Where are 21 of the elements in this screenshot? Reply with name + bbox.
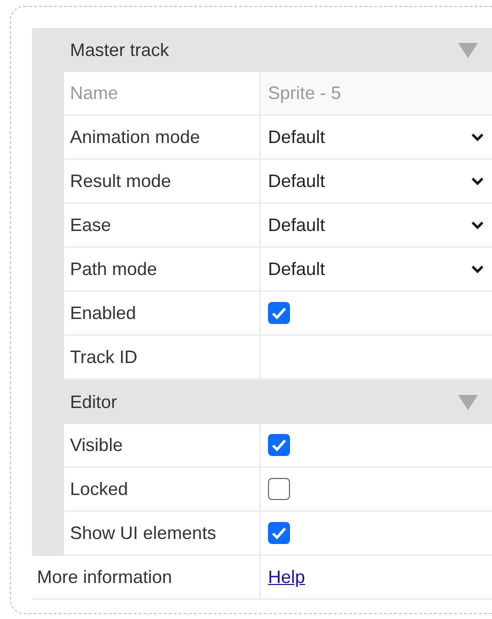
section-header[interactable]: Editor: [32, 380, 492, 424]
checkbox[interactable]: [268, 434, 290, 456]
checkbox[interactable]: [268, 478, 290, 500]
section-title: Editor: [70, 392, 118, 412]
property-label: Visible: [64, 424, 261, 468]
help-link[interactable]: Help: [268, 566, 306, 588]
property-label: Enabled: [64, 292, 261, 336]
property-label: Show UI elements: [64, 512, 261, 556]
checkbox[interactable]: [268, 522, 290, 544]
checkmark-icon: [271, 526, 287, 540]
section-header[interactable]: Master track: [32, 28, 492, 72]
chevron-down-icon: [471, 220, 484, 230]
property-label: More information: [32, 556, 261, 600]
chevron-down-icon: [471, 264, 484, 274]
chevron-down-icon: [471, 176, 484, 186]
section-title: Master track: [70, 40, 170, 60]
checkmark-icon: [271, 438, 287, 452]
checkbox[interactable]: [268, 302, 290, 324]
property-label: Locked: [64, 468, 261, 512]
chevron-down-icon: [471, 132, 484, 142]
checkmark-icon: [271, 306, 287, 320]
